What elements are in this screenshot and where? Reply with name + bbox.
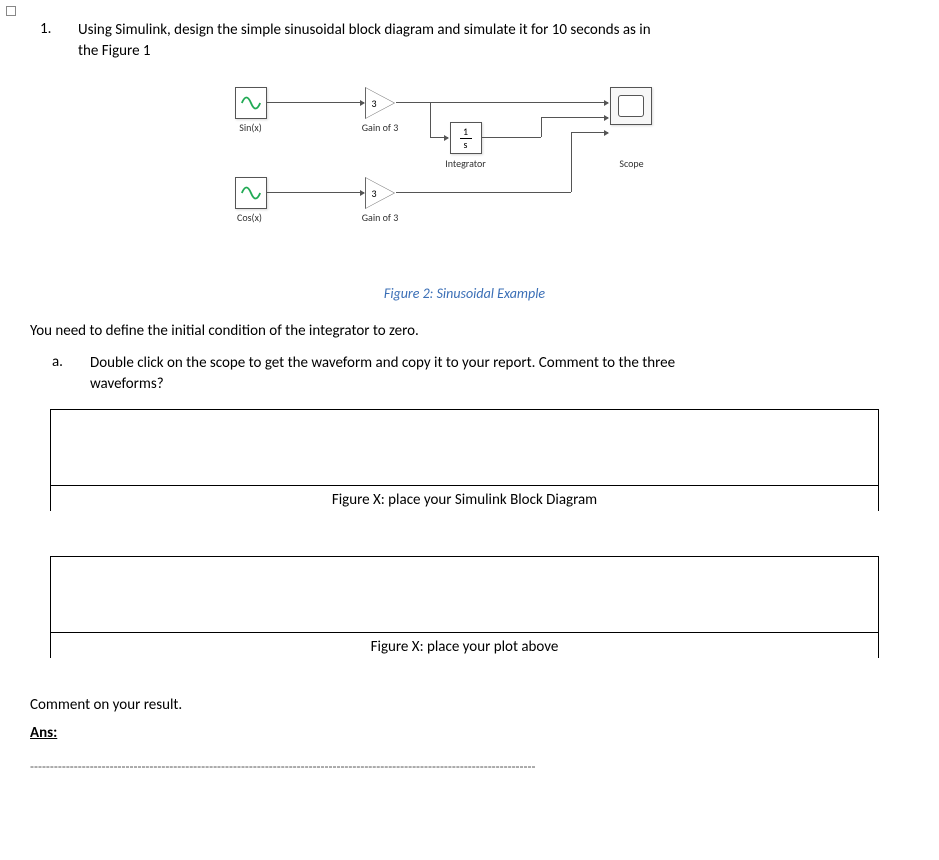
question-text-line1: Using Simulink, design the simple sinuso…	[78, 21, 651, 39]
arrow-to-integrator	[430, 137, 448, 138]
line-int-up	[541, 117, 542, 137]
subquestion-text-line2: waveforms?	[90, 375, 164, 393]
placeholder-caption-1: Figure X: place your Simulink Block Diag…	[51, 485, 878, 511]
answer-line: ----------------------------------------…	[30, 760, 899, 775]
label-scope: Scope	[612, 157, 652, 170]
integrator-den: s	[464, 140, 468, 150]
arrow-gain2-scope	[571, 132, 608, 133]
block-scope	[610, 87, 652, 125]
block-integrator: 1 s	[450, 122, 482, 154]
question-number: 1.	[20, 20, 78, 62]
integrator-fraction: 1 s	[460, 127, 472, 150]
arrow-int-scope	[541, 117, 608, 118]
label-integrator: Integrator	[436, 157, 496, 170]
block-gain1	[365, 87, 395, 119]
gain1-value: 3	[372, 97, 377, 110]
subquestion-a: a. Double click on the scope to get the …	[20, 353, 909, 395]
arrow-gain1-scope-top	[396, 102, 608, 103]
line-branch-down	[430, 102, 431, 137]
label-gain2: Gain of 3	[353, 211, 408, 224]
integrator-num: 1	[463, 127, 468, 137]
placeholder-box-diagram: Figure X: place your Simulink Block Diag…	[50, 409, 879, 511]
label-cos: Cos(x)	[230, 211, 270, 224]
simulink-diagram: Sin(x) Cos(x) 3 Gain of 3 3 Gain of 3 1 …	[225, 87, 705, 267]
question-1: 1. Using Simulink, design the simple sin…	[20, 20, 909, 62]
placeholder-caption-2: Figure X: place your plot above	[51, 632, 878, 658]
page-marker	[6, 6, 16, 16]
subquestion-text-line1: Double click on the scope to get the wav…	[90, 354, 675, 372]
cos-wave-icon	[240, 182, 262, 204]
subquestion-letter: a.	[20, 353, 90, 395]
line-gain2-out	[396, 192, 571, 193]
arrow-sin-gain1	[266, 102, 364, 103]
question-body: Using Simulink, design the simple sinuso…	[78, 20, 909, 62]
subquestion-body: Double click on the scope to get the wav…	[90, 353, 909, 395]
block-gain2	[365, 177, 395, 209]
answer-label: Ans:	[30, 724, 909, 742]
sine-wave-icon	[240, 92, 262, 114]
line-gain2-up	[571, 132, 572, 192]
scope-screen-icon	[618, 95, 644, 117]
line-int-out-h	[481, 137, 541, 138]
label-gain1: Gain of 3	[353, 121, 408, 134]
integrator-instruction: You need to define the initial condition…	[30, 320, 909, 343]
placeholder-box-plot: Figure X: place your plot above	[50, 556, 879, 658]
question-text-line2: the Figure 1	[78, 42, 151, 60]
arrow-cos-gain2	[266, 192, 364, 193]
figure-caption: Figure 2: Sinusoidal Example	[20, 285, 909, 302]
block-sin	[235, 87, 267, 119]
comment-prompt: Comment on your result.	[30, 696, 909, 714]
label-sin: Sin(x)	[231, 121, 271, 134]
gain2-value: 3	[372, 187, 377, 200]
block-cos	[235, 177, 267, 209]
